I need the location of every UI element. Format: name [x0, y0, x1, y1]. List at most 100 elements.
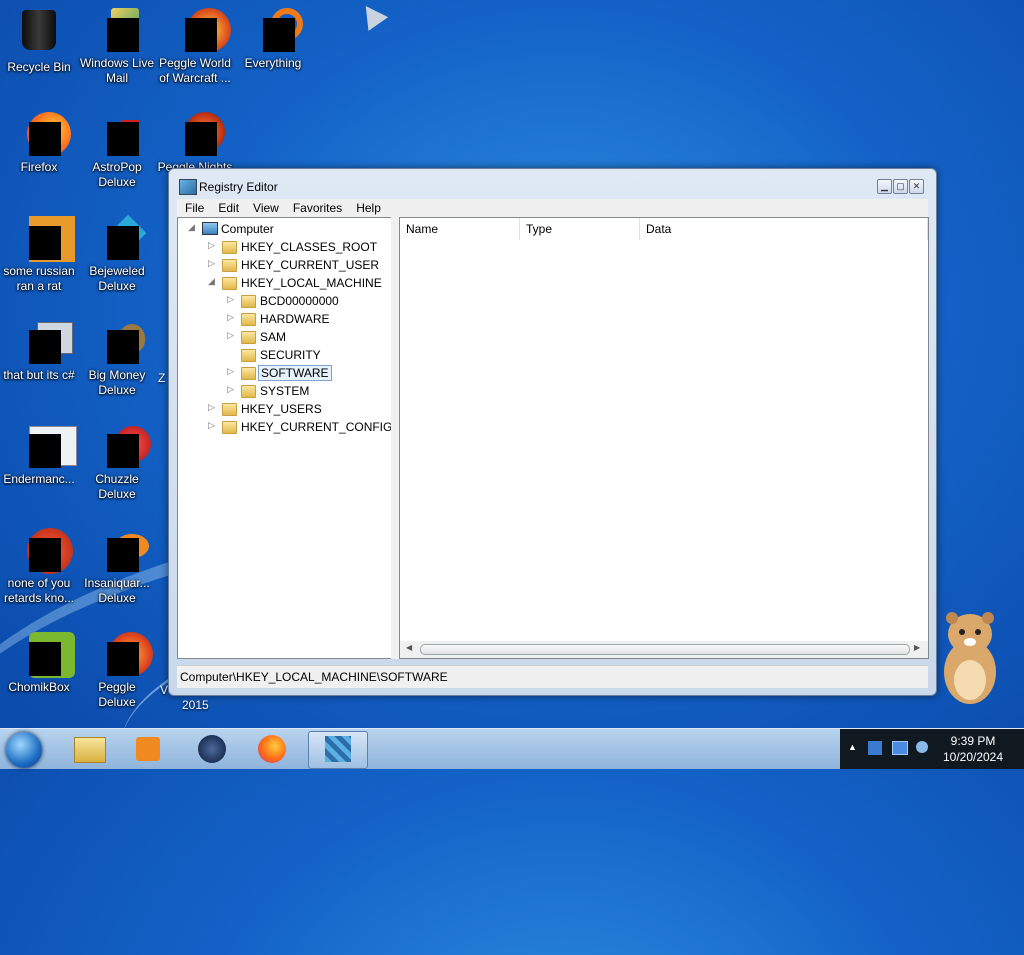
close-button[interactable]: ✕ — [909, 179, 924, 194]
folder-icon — [222, 403, 237, 416]
desktop-icon-endermanch[interactable]: Endermanc... — [0, 422, 78, 487]
desktop-icon-astropop[interactable]: AstroPop Deluxe — [78, 110, 156, 190]
minimize-button[interactable]: ▁ — [877, 179, 892, 194]
taskbar-media-player[interactable] — [122, 731, 176, 767]
taskbar-explorer[interactable] — [62, 731, 116, 767]
tree-node-label: SECURITY — [260, 348, 321, 362]
icon-label: some russian ran a rat — [3, 264, 75, 293]
tree-node-label: BCD00000000 — [260, 294, 339, 308]
start-button[interactable] — [6, 732, 42, 768]
folder-icon — [222, 259, 237, 272]
clock-date: 10/20/2024 — [942, 750, 1004, 764]
desktop-icon-peggle-wow[interactable]: Peggle World of Warcraft ... — [156, 6, 234, 86]
firefox-icon — [15, 110, 71, 158]
tree-node-label: HKEY_CURRENT_CONFIG — [241, 420, 393, 434]
chuzzle-icon — [93, 422, 151, 470]
icon-label: ChomikBox — [8, 680, 70, 694]
expand-arrow-icon[interactable]: ▷ — [227, 366, 234, 377]
desktop-icon-peggle-nights[interactable]: Peggle Nights — [156, 110, 234, 175]
folder-icon — [222, 241, 237, 254]
taskbar: ▲ 9:39 PM 10/20/2024 — [0, 728, 1024, 769]
collapse-arrow-icon[interactable]: ◢ — [208, 276, 215, 287]
peggle-deluxe-icon — [93, 630, 153, 678]
desktop-icon-peggle-deluxe[interactable]: Peggle Deluxe — [78, 630, 156, 710]
menu-view[interactable]: View — [245, 199, 285, 215]
astropop-icon — [93, 110, 141, 158]
tree-node-label: HKEY_USERS — [241, 402, 322, 416]
expand-arrow-icon[interactable]: ▷ — [227, 312, 234, 323]
expand-arrow-icon[interactable]: ▷ — [227, 384, 234, 395]
scroll-right-icon[interactable]: ▶ — [914, 643, 920, 652]
taskbar-app-globe[interactable] — [186, 731, 240, 767]
menu-help[interactable]: Help — [348, 199, 387, 215]
computer-icon — [202, 222, 218, 235]
pane-splitter[interactable] — [391, 217, 399, 659]
fish-icon — [93, 526, 149, 574]
mouse-cursor-icon — [355, 0, 389, 31]
folder-icon — [222, 421, 237, 434]
icon-label: Recycle Bin — [7, 60, 71, 74]
tray-app-icon[interactable] — [868, 741, 882, 755]
menu-favorites[interactable]: Favorites — [285, 199, 348, 215]
firefox-icon — [258, 735, 286, 763]
scrollbar-thumb[interactable] — [420, 644, 910, 655]
desktop-icon-russian-rat[interactable]: some russian ran a rat — [0, 214, 78, 294]
window-icon — [15, 422, 77, 470]
desktop-icon-bejeweled[interactable]: Bejeweled Deluxe — [78, 214, 156, 294]
tree-node-label: HARDWARE — [260, 312, 330, 326]
desktop-icon-recycle-bin[interactable]: Recycle Bin — [0, 6, 78, 75]
regedit-icon — [325, 736, 351, 762]
desktop-icon-everything[interactable]: Everything — [234, 6, 312, 71]
expand-arrow-icon[interactable]: ▷ — [227, 294, 234, 305]
show-hidden-icons-icon[interactable]: ▲ — [848, 742, 857, 752]
icon-label: Peggle Deluxe — [98, 680, 136, 709]
expand-arrow-icon[interactable]: ▷ — [208, 258, 215, 269]
folder-icon — [241, 313, 256, 326]
desktop-icon-chuzzle[interactable]: Chuzzle Deluxe — [78, 422, 156, 502]
desktop-partial-label: V — [160, 683, 169, 697]
column-header-name[interactable]: Name — [400, 218, 520, 240]
taskbar-firefox[interactable] — [246, 731, 300, 767]
window-title: Registry Editor — [199, 180, 278, 194]
title-bar[interactable]: Registry Editor ▁ ▢ ✕ — [169, 169, 936, 199]
desktop-icon-big-money[interactable]: Big Money Deluxe — [78, 318, 156, 398]
registry-editor-window[interactable]: Registry Editor ▁ ▢ ✕ File Edit View Favori… — [168, 168, 937, 696]
expand-arrow-icon[interactable]: ▷ — [227, 330, 234, 341]
icon-label: Firefox — [20, 160, 58, 174]
menu-file[interactable]: File — [177, 199, 210, 215]
tree-node-label: HKEY_CURRENT_USER — [241, 258, 380, 272]
expand-arrow-icon[interactable]: ▷ — [208, 420, 215, 431]
column-header-type[interactable]: Type — [520, 218, 640, 240]
globe-icon — [198, 735, 226, 763]
desktop-icon-windows-live-mail[interactable]: Windows Live Mail — [78, 6, 156, 86]
desktop-icon-insaniquarium[interactable]: Insaniquar... Deluxe — [78, 526, 156, 606]
collapse-arrow-icon[interactable]: ◢ — [188, 222, 195, 233]
folder-open-icon — [222, 277, 237, 290]
expand-arrow-icon[interactable]: ▷ — [208, 240, 215, 251]
scroll-left-icon[interactable]: ◀ — [406, 643, 412, 652]
icon-label: that but its c# — [3, 368, 75, 382]
taskbar-clock[interactable]: 9:39 PM 10/20/2024 — [925, 733, 1021, 765]
menu-edit[interactable]: Edit — [210, 199, 245, 215]
hamster-mascot-icon — [944, 612, 996, 704]
maximize-button[interactable]: ▢ — [893, 179, 908, 194]
expand-arrow-icon[interactable]: ▷ — [208, 402, 215, 413]
taskbar-regedit[interactable] — [308, 731, 368, 769]
desktop-partial-label: 2015 — [182, 698, 209, 712]
icon-label: Big Money Deluxe — [88, 368, 146, 397]
file-stack-icon — [15, 318, 73, 366]
desktop-icon-that-but-csharp[interactable]: that but its c# — [0, 318, 78, 383]
folder-icon — [74, 737, 106, 763]
folder-icon — [241, 385, 256, 398]
icon-label: Insaniquar... Deluxe — [84, 576, 150, 605]
column-header-data[interactable]: Data — [640, 218, 928, 240]
tree-node-label: Computer — [221, 222, 274, 236]
horizontal-scrollbar[interactable]: ◀ ▶ — [400, 641, 928, 658]
icon-label: none of you retards kno... — [3, 576, 75, 605]
desktop-icon-none-of-you[interactable]: none of you retards kno... — [0, 526, 78, 606]
values-pane[interactable]: Name Type Data ◀ ▶ — [399, 217, 929, 659]
network-icon[interactable] — [892, 741, 908, 755]
desktop-icon-firefox[interactable]: Firefox — [0, 110, 78, 175]
desktop-icon-chomikbox[interactable]: ChomikBox — [0, 630, 78, 695]
tree-pane[interactable]: ◢ Computer ▷ HKEY_CLASSES_ROOT ▷ HKEY_CU… — [177, 217, 393, 659]
